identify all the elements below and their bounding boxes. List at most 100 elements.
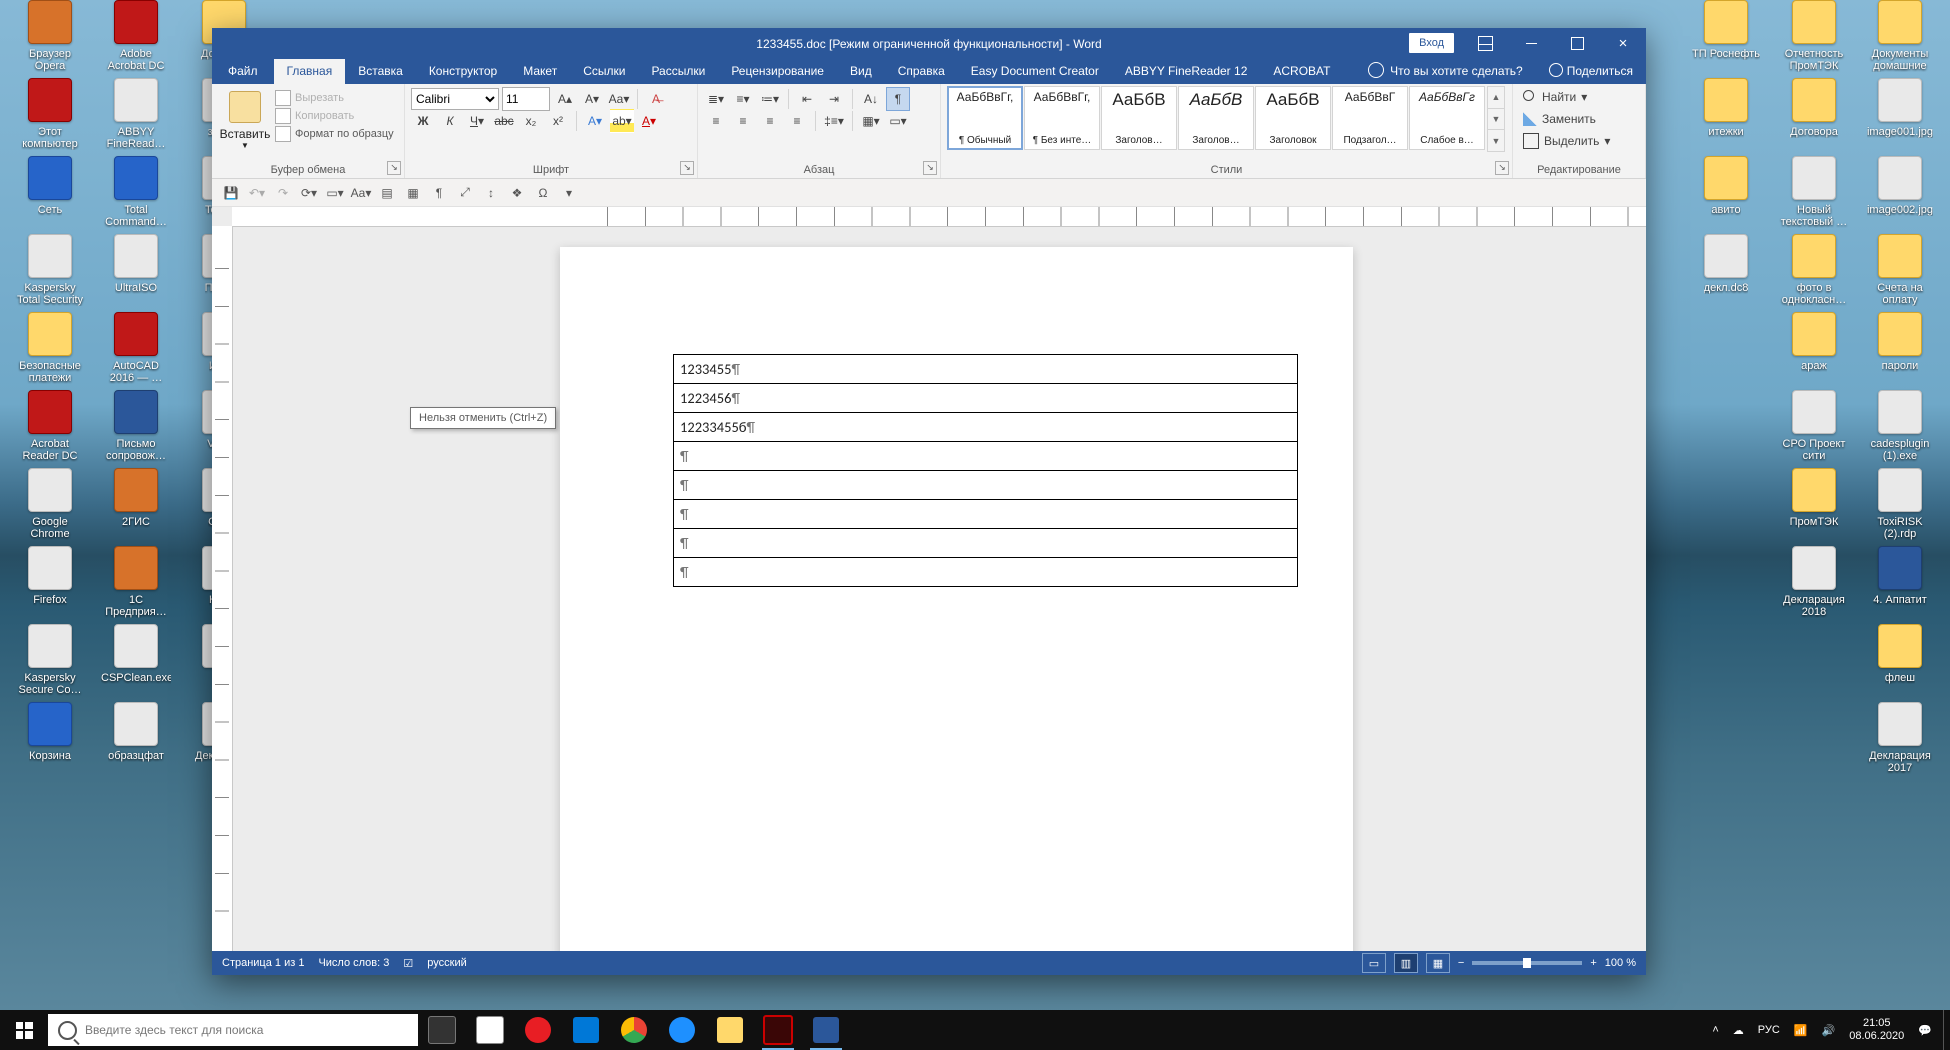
cut-button[interactable]: Вырезать	[272, 90, 397, 106]
style-item[interactable]: АаБбВвГг,¶ Без инте…	[1024, 86, 1100, 150]
italic-button[interactable]: К	[438, 109, 462, 133]
qat-button-5[interactable]: ▭▾	[324, 182, 346, 204]
replace-button[interactable]: Заменить	[1519, 108, 1639, 130]
styles-dialog-launcher[interactable]: ↘	[1495, 161, 1509, 175]
tray-notifications-button[interactable]: 💬	[1911, 1010, 1939, 1050]
show-hide-paragraph-button[interactable]: ¶	[886, 87, 910, 111]
desktop-icon[interactable]: Письмо сопровож…	[100, 390, 172, 468]
desktop-icon[interactable]: UltraISO	[100, 234, 172, 312]
qat-button-12[interactable]: ❖	[506, 182, 528, 204]
tab-acrobat[interactable]: ACROBAT	[1260, 59, 1343, 84]
copy-button[interactable]: Копировать	[272, 108, 397, 124]
qat-button-9[interactable]: ¶	[428, 182, 450, 204]
login-button[interactable]: Вход	[1409, 33, 1454, 53]
sort-button[interactable]: A↓	[859, 87, 883, 111]
increase-indent-button[interactable]: ⇥	[822, 87, 846, 111]
style-item[interactable]: АаБбВвГг,¶ Обычный	[947, 86, 1023, 150]
desktop-icon[interactable]: Total Command…	[100, 156, 172, 234]
zoom-slider[interactable]	[1472, 961, 1582, 965]
vertical-ruler[interactable]	[212, 226, 233, 951]
decrease-indent-button[interactable]: ⇤	[795, 87, 819, 111]
font-dialog-launcher[interactable]: ↘	[680, 161, 694, 175]
desktop-icon[interactable]: cadesplugin (1).exe	[1864, 390, 1936, 468]
desktop-icon[interactable]: Этот компьютер	[14, 78, 86, 156]
desktop-icon[interactable]: Документы домашние	[1864, 0, 1936, 78]
task-view-button[interactable]	[418, 1010, 466, 1050]
desktop-icon[interactable]: Счета на оплату	[1864, 234, 1936, 312]
underline-button[interactable]: Ч▾	[465, 109, 489, 133]
taskbar-search[interactable]: Введите здесь текст для поиска	[48, 1014, 418, 1046]
paragraph-dialog-launcher[interactable]: ↘	[923, 161, 937, 175]
style-item[interactable]: АаБбВЗаголов…	[1101, 86, 1177, 150]
strikethrough-button[interactable]: abc	[492, 109, 516, 133]
desktop-icon[interactable]: image001.jpg	[1864, 78, 1936, 156]
taskbar-app-opera[interactable]	[514, 1010, 562, 1050]
document-area[interactable]: Нельзя отменить (Ctrl+Z) 123345512234561…	[212, 207, 1646, 951]
clear-formatting-button[interactable]: A̶	[644, 87, 668, 111]
desktop-icon[interactable]: Корзина	[14, 702, 86, 780]
paste-button[interactable]: Вставить ▼	[218, 86, 272, 154]
tab-help[interactable]: Справка	[885, 59, 958, 84]
tab-design[interactable]: Конструктор	[416, 59, 510, 84]
view-web-button[interactable]: ▦	[1426, 953, 1450, 973]
desktop-icon[interactable]: итежки	[1690, 78, 1762, 156]
style-item[interactable]: АаБбВвГПодзагол…	[1332, 86, 1408, 150]
maximize-button[interactable]	[1554, 28, 1600, 59]
subscript-button[interactable]: x₂	[519, 109, 543, 133]
qat-button-11[interactable]: ↕	[480, 182, 502, 204]
desktop-icon[interactable]: CSPClean.exe	[100, 624, 172, 702]
tray-volume-icon[interactable]: 🔊	[1815, 1010, 1843, 1050]
desktop-icon[interactable]: ПромТЭК	[1778, 468, 1850, 546]
change-case-button[interactable]: Aa▾	[607, 87, 631, 111]
taskbar-app-chrome[interactable]	[610, 1010, 658, 1050]
desktop-icon[interactable]: Сеть	[14, 156, 86, 234]
taskbar-app-mail[interactable]	[562, 1010, 610, 1050]
qat-undo-button[interactable]: ↶▾	[246, 182, 268, 204]
taskbar-app-edge[interactable]	[658, 1010, 706, 1050]
desktop-icon[interactable]: декл.dc8	[1690, 234, 1762, 312]
tab-review[interactable]: Рецензирование	[718, 59, 837, 84]
horizontal-ruler[interactable]	[232, 207, 1646, 227]
qat-button-4[interactable]: ⟳▾	[298, 182, 320, 204]
desktop-icon[interactable]: Декларация 2018	[1778, 546, 1850, 624]
tab-view[interactable]: Вид	[837, 59, 885, 84]
ribbon-display-options-button[interactable]	[1462, 28, 1508, 59]
zoom-value[interactable]: 100 %	[1605, 957, 1636, 969]
table-cell[interactable]: 1223456	[674, 384, 1298, 413]
status-language[interactable]: русский	[427, 957, 466, 969]
table-cell[interactable]	[674, 558, 1298, 587]
align-left-button[interactable]: ≡	[704, 109, 728, 133]
qat-button-7[interactable]: ▤	[376, 182, 398, 204]
view-print-layout-button[interactable]: ▥	[1394, 953, 1418, 973]
desktop-icon[interactable]: Новый текстовый …	[1778, 156, 1850, 234]
desktop-icon[interactable]: Договора	[1778, 78, 1850, 156]
style-item[interactable]: АаБбВвГгСлабое в…	[1409, 86, 1485, 150]
tab-easy-document-creator[interactable]: Easy Document Creator	[958, 59, 1112, 84]
shading-button[interactable]: ▦▾	[859, 109, 883, 133]
tray-onedrive-icon[interactable]: ☁	[1726, 1010, 1751, 1050]
tab-file[interactable]: Файл	[212, 59, 274, 84]
desktop-icon[interactable]: 4. Аппатит	[1864, 546, 1936, 624]
borders-button[interactable]: ▭▾	[886, 109, 910, 133]
share-button[interactable]: Поделиться	[1536, 59, 1646, 84]
clipboard-dialog-launcher[interactable]: ↘	[387, 161, 401, 175]
font-name-select[interactable]: Calibri	[411, 88, 499, 110]
desktop-icon[interactable]: 2ГИС	[100, 468, 172, 546]
tab-insert[interactable]: Вставка	[345, 59, 416, 84]
minimize-button[interactable]	[1508, 28, 1554, 59]
desktop-icon[interactable]: ToxiRISK (2).rdp	[1864, 468, 1936, 546]
tab-home[interactable]: Главная	[274, 59, 346, 84]
qat-customize-button[interactable]: ▾	[558, 182, 580, 204]
taskbar-app-explorer[interactable]	[706, 1010, 754, 1050]
desktop-icon[interactable]: Kaspersky Secure Co…	[14, 624, 86, 702]
styles-scroll[interactable]: ▲▼▼	[1487, 86, 1505, 152]
desktop-icon[interactable]: Adobe Acrobat DC	[100, 0, 172, 78]
taskbar-app-acrobat[interactable]	[754, 1010, 802, 1050]
zoom-out-button[interactable]: −	[1458, 957, 1464, 969]
desktop-icon[interactable]: ТП Роснефть	[1690, 0, 1762, 78]
status-spellcheck-icon[interactable]: ☑	[403, 957, 413, 970]
format-painter-button[interactable]: Формат по образцу	[272, 126, 397, 142]
desktop-icon[interactable]: image002.jpg	[1864, 156, 1936, 234]
desktop-icon[interactable]: пароли	[1864, 312, 1936, 390]
select-button[interactable]: Выделить ▾	[1519, 130, 1639, 152]
